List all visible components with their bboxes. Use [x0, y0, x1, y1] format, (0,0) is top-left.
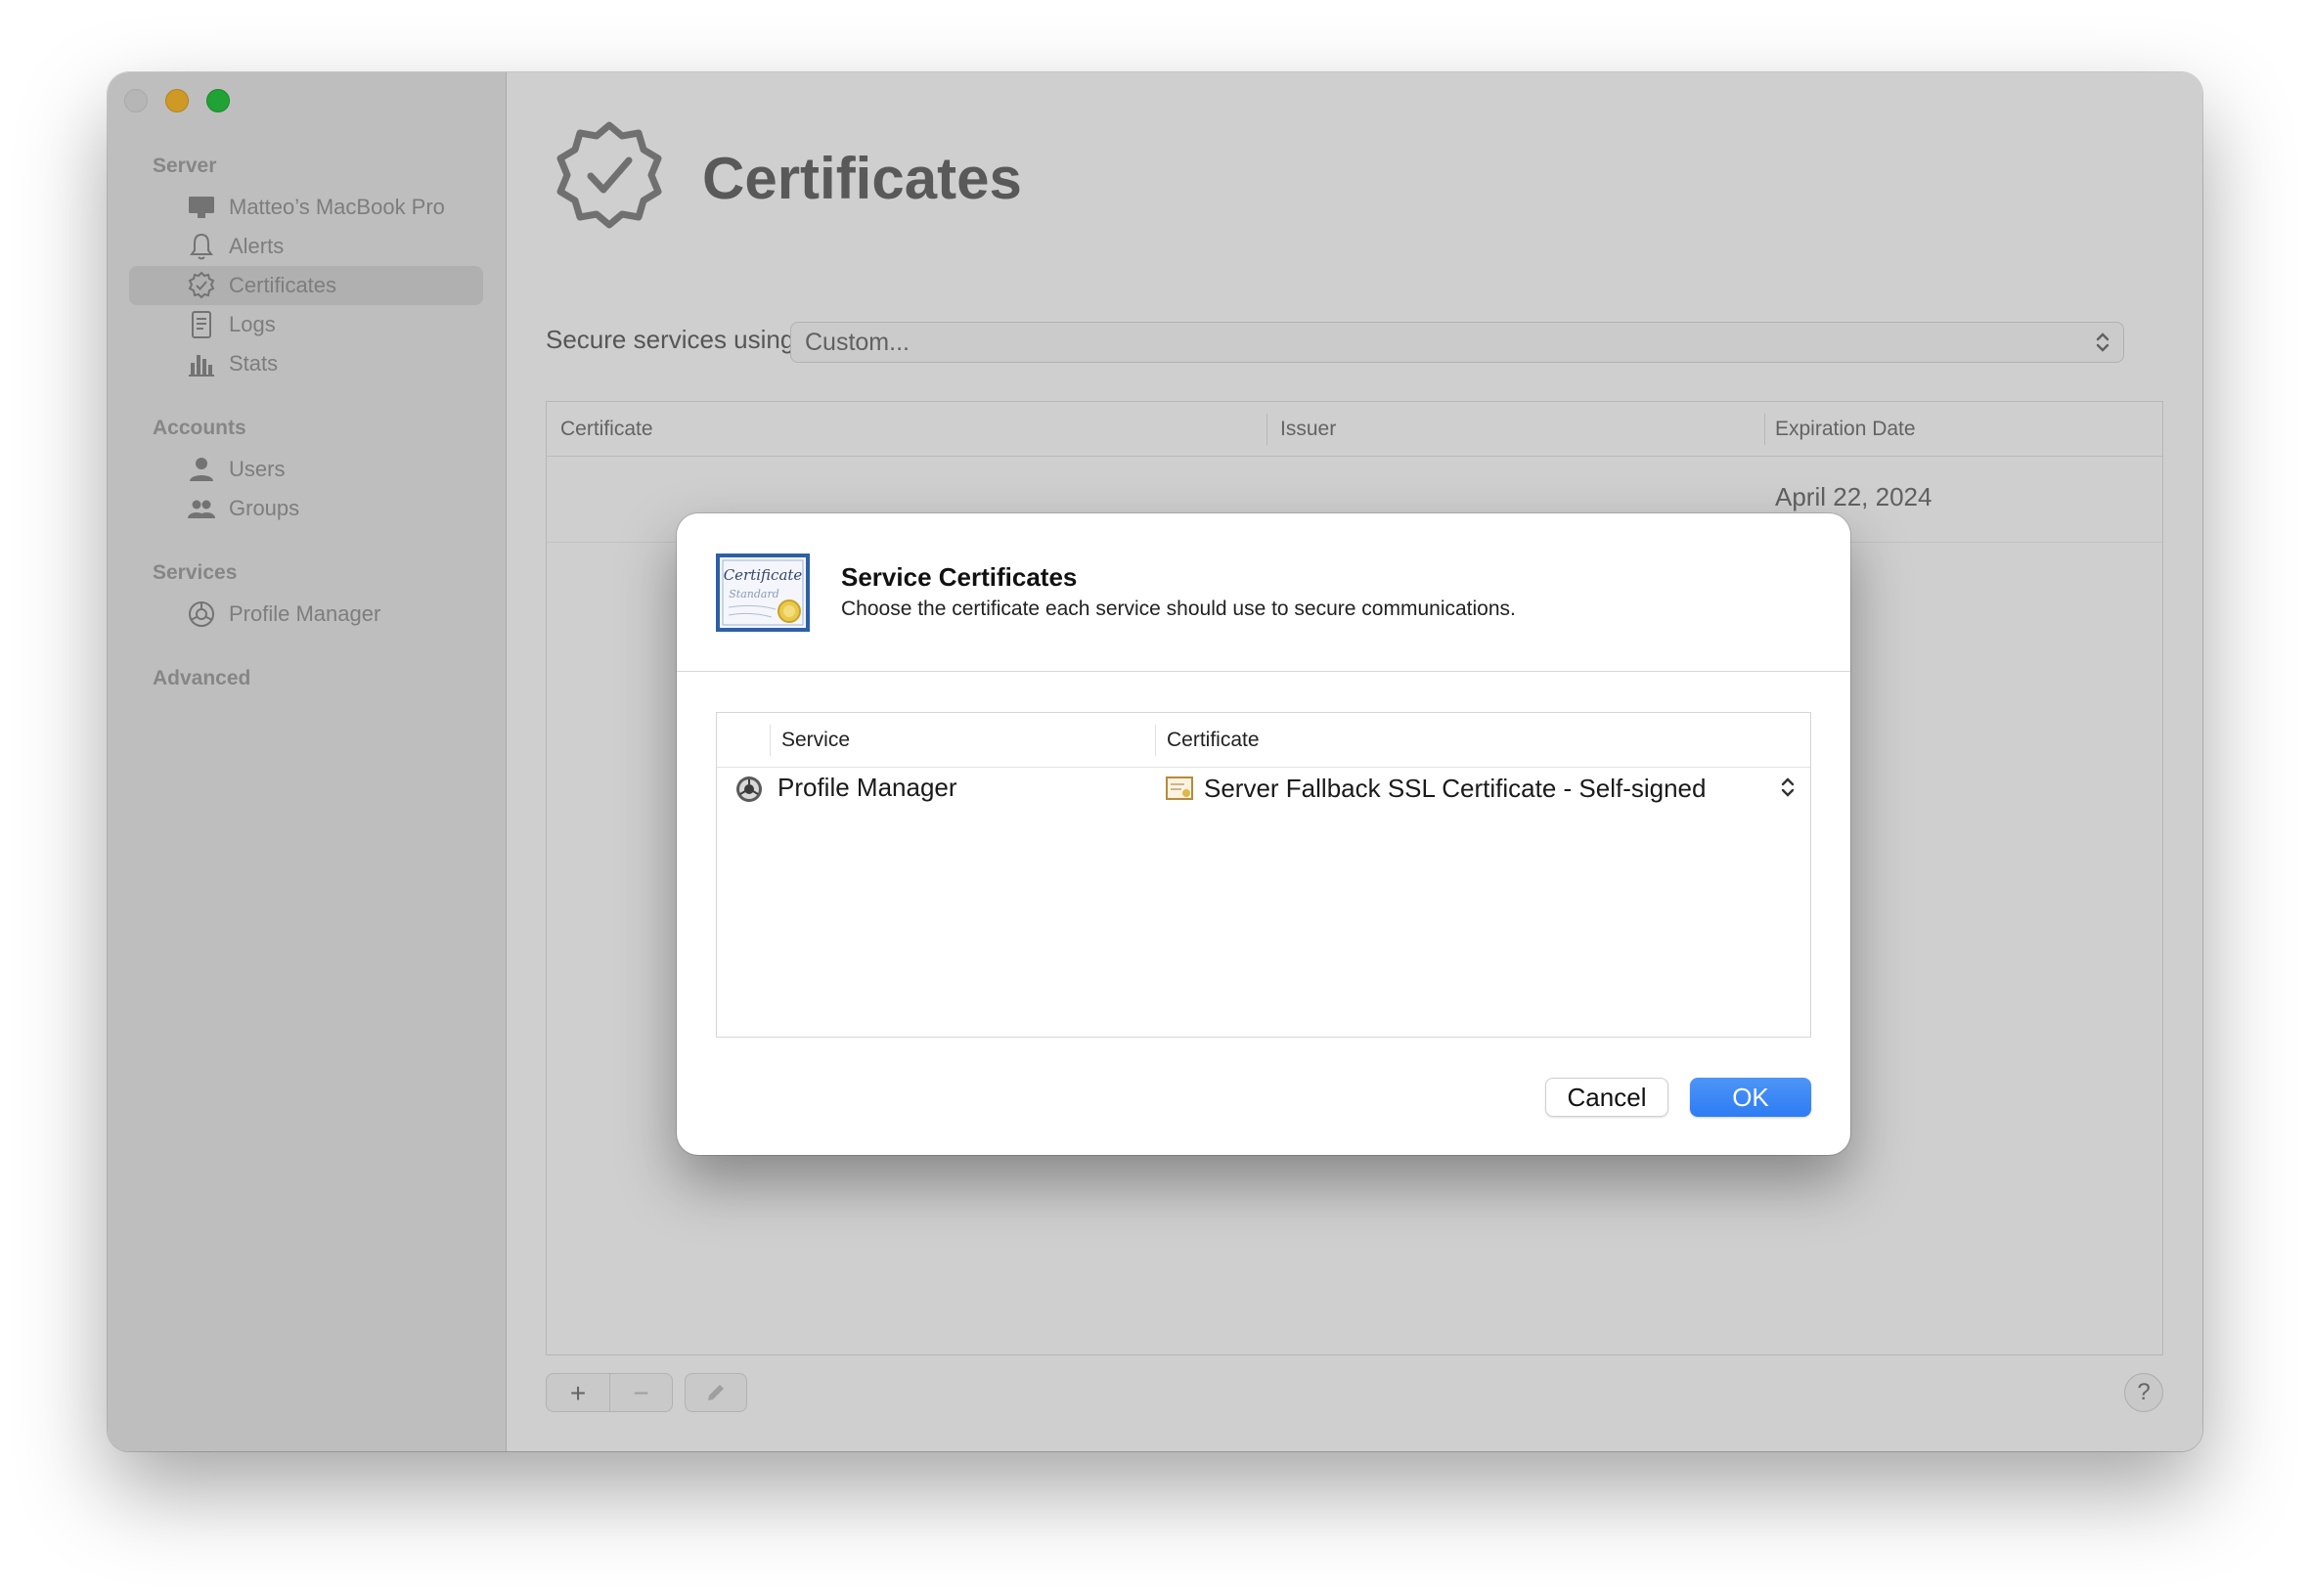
certificate-select-value[interactable]: Server Fallback SSL Certificate - Self-s… — [1204, 774, 1706, 804]
column-divider — [1155, 725, 1156, 756]
service-certificates-table: Service Certificate Profile Manager Serv… — [716, 712, 1811, 1038]
svg-text:Standard: Standard — [729, 588, 779, 600]
profile-manager-icon — [736, 776, 762, 802]
table-row[interactable]: Profile Manager Server Fallback SSL Cert… — [717, 768, 1810, 807]
column-header-certificate[interactable]: Certificate — [1167, 729, 1260, 752]
server-window: Server Matteo’s MacBook Pro Alerts Certi… — [108, 72, 2202, 1451]
column-divider — [770, 725, 771, 756]
service-name: Profile Manager — [777, 773, 957, 802]
column-header-service[interactable]: Service — [781, 729, 850, 752]
table-header: Service Certificate — [717, 713, 1810, 768]
certificate-file-icon — [1166, 776, 1193, 800]
chevron-updown-icon[interactable] — [1777, 774, 1799, 801]
service-certificates-dialog: Certificate Standard Service Certificate… — [677, 513, 1850, 1155]
dialog-header: Certificate Standard Service Certificate… — [677, 513, 1850, 672]
cancel-button[interactable]: Cancel — [1545, 1078, 1668, 1117]
dialog-title: Service Certificates — [841, 562, 1078, 592]
certificate-document-icon: Certificate Standard — [716, 554, 810, 632]
dialog-subtitle: Choose the certificate each service shou… — [841, 598, 1516, 620]
ok-button[interactable]: OK — [1690, 1078, 1811, 1117]
svg-text:Certificate: Certificate — [724, 566, 803, 584]
